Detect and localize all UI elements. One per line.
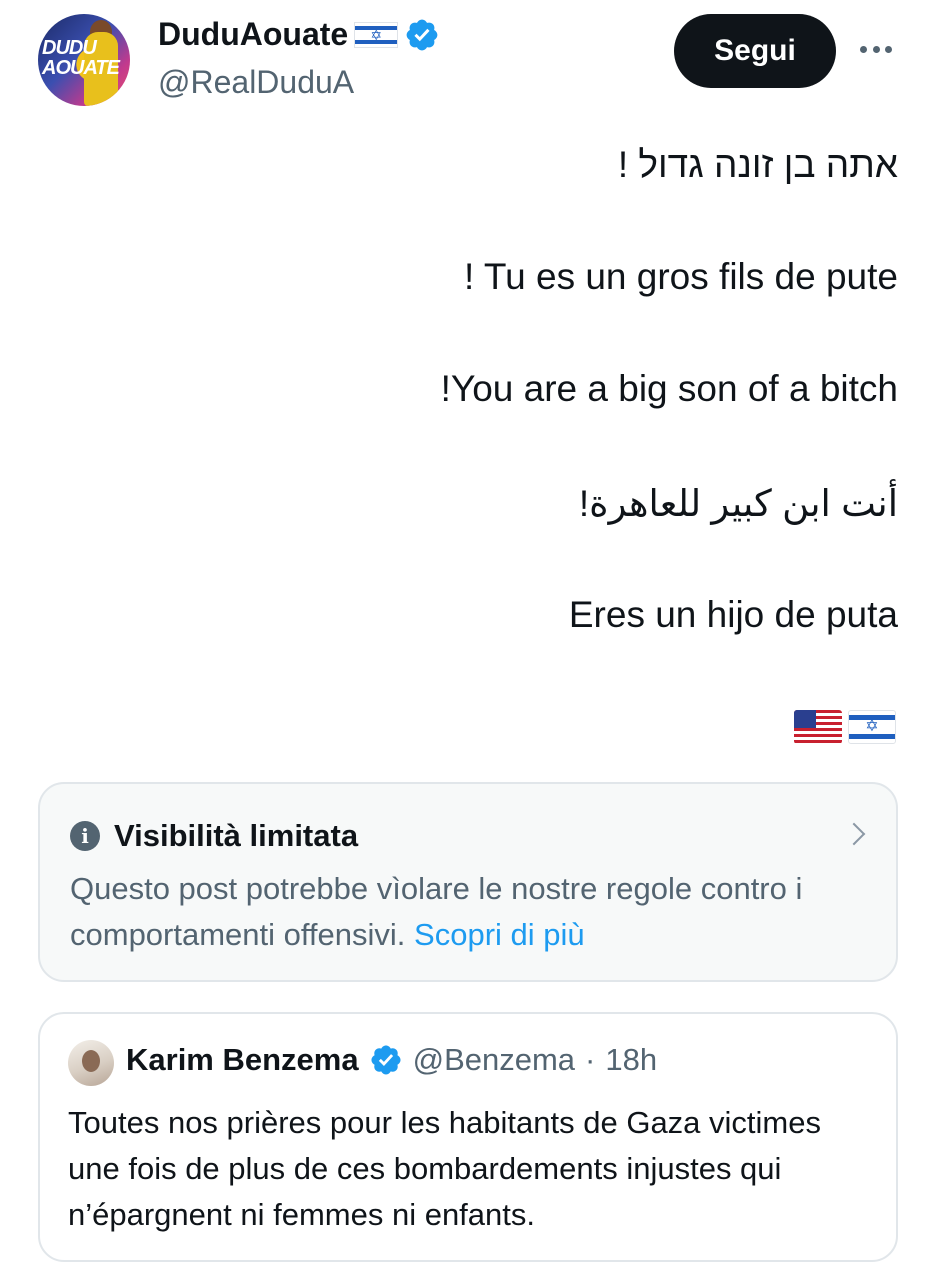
post-line-french: ! Tu es un gros fils de pute [464,256,898,297]
post-line-hebrew: אתה בן זונה גדול ! [617,144,898,185]
post-line-english: !You are a big son of a bitch [440,368,898,409]
author-avatar[interactable]: DUDU AOUATE [38,14,130,106]
israel-flag-icon: ✡ [354,21,399,48]
quoted-author-name[interactable]: Karim Benzema [126,1042,359,1078]
learn-more-link[interactable]: Scopri di più [414,917,585,952]
author-handle[interactable]: @RealDuduA [158,64,354,101]
post-flag-emojis: ✡ [794,710,896,744]
more-options-icon[interactable] [856,34,896,64]
author-name-row[interactable]: DuduAouate ✡ [158,16,440,53]
us-flag-icon [794,710,842,744]
post-line-spanish: Eres un hijo de puta [568,594,898,635]
quoted-post-header: Karim Benzema @Benzema · 18h [126,1042,657,1078]
quoted-post[interactable]: Karim Benzema @Benzema · 18h Toutes nos … [38,1012,898,1262]
notice-body: Questo post potrebbe vìolare le nostre r… [70,866,870,958]
post-view: DUDU AOUATE DuduAouate ✡ @RealDuduA Segui… [0,0,936,1280]
israel-flag-icon: ✡ [848,710,896,744]
author-display-name[interactable]: DuduAouate [158,16,348,53]
quoted-author-avatar[interactable] [68,1040,114,1086]
verified-badge-icon [371,1045,401,1075]
notice-title-row: i Visibilità limitata [70,818,358,854]
quoted-post-text: Toutes nos prières pour les habitants de… [68,1105,821,1232]
follow-button[interactable]: Segui [674,14,836,88]
quoted-author-handle[interactable]: @Benzema [413,1042,575,1078]
limited-visibility-notice[interactable]: i Visibilità limitata Questo post potreb… [38,782,898,982]
post-line-arabic: أنت ابن كبير للعاهرة! [578,483,898,524]
chevron-right-icon[interactable] [842,822,866,846]
quoted-post-time[interactable]: 18h [605,1042,657,1078]
info-icon: i [70,821,100,851]
verified-badge-icon[interactable] [404,17,440,53]
avatar-logo-text: DUDU AOUATE [42,37,120,79]
notice-title: Visibilità limitata [114,818,359,853]
meta-separator: · [585,1042,596,1077]
